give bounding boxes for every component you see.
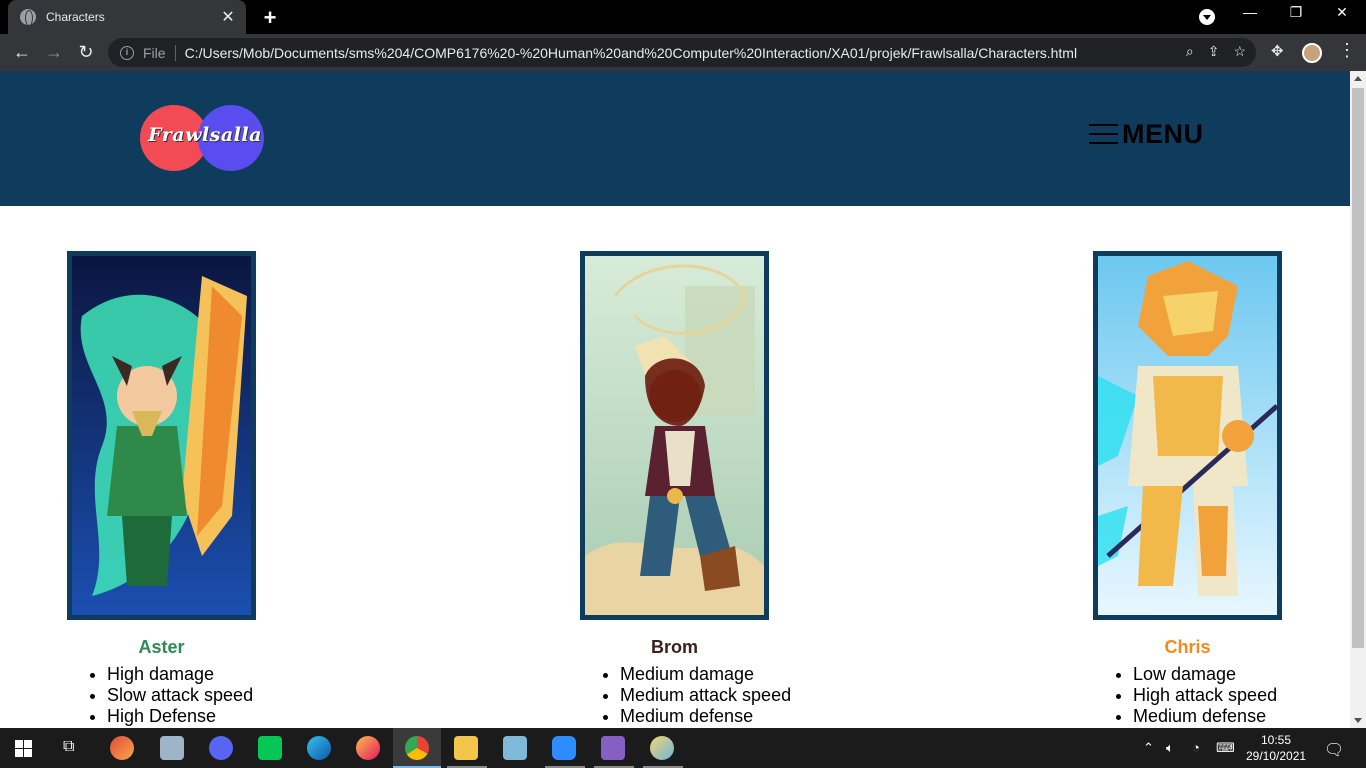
stat-attack-speed: Medium attack speed xyxy=(620,685,791,706)
maximize-button[interactable]: ❐ xyxy=(1273,4,1319,21)
site-header: Frawlsalla MENU xyxy=(0,71,1350,206)
clock-date: 29/10/2021 xyxy=(1246,749,1307,763)
aster-portrait-image xyxy=(72,256,251,615)
tab-title: Characters xyxy=(46,10,105,24)
close-window-button[interactable]: ✕ xyxy=(1319,4,1365,21)
windows-taskbar: ⧉ ⌃ 🔈︎ ◔ ⌨ 10:55 29/10/2021 🗨︎ xyxy=(0,728,1366,768)
chevron-up-icon[interactable]: ⌃ xyxy=(1143,740,1154,756)
character-name: Brom xyxy=(650,637,698,657)
task-view-icon[interactable]: ⧉ xyxy=(63,738,74,756)
app-gallery-icon[interactable] xyxy=(160,736,184,760)
character-name: Aster xyxy=(138,637,185,657)
clock-time: 10:55 xyxy=(1260,733,1292,747)
browser-toolbar: ← → ↻ i File C:/Users/Mob/Documents/sms%… xyxy=(0,34,1366,71)
file-explorer-icon[interactable] xyxy=(454,736,478,760)
page-viewport: Frawlsalla MENU Aster • High damage • Sl… xyxy=(0,71,1350,728)
new-tab-button[interactable]: + xyxy=(258,5,282,31)
character-portrait[interactable] xyxy=(1093,251,1282,620)
tab-search-icon[interactable] xyxy=(1199,9,1215,25)
taskbar-clock[interactable]: 10:55 29/10/2021 xyxy=(1246,732,1306,764)
visual-studio-icon[interactable] xyxy=(601,736,625,760)
reload-icon[interactable]: ↻ xyxy=(74,40,98,64)
stat-damage: Low damage xyxy=(1133,664,1277,685)
browser-tab[interactable]: Characters ✕ xyxy=(8,0,246,34)
edge-icon[interactable] xyxy=(307,736,331,760)
stat-defense: Medium defense xyxy=(1133,706,1277,727)
stat-attack-speed: Slow attack speed xyxy=(107,685,253,706)
info-icon[interactable]: i xyxy=(120,45,134,60)
character-stats: Low damage High attack speed Medium defe… xyxy=(1093,664,1277,727)
url-text[interactable]: C:/Users/Mob/Documents/sms%204/COMP6176%… xyxy=(185,45,1078,61)
notification-icon[interactable]: 🗨︎ xyxy=(1324,740,1344,760)
stat-attack-speed: High attack speed xyxy=(1133,685,1277,706)
scrollbar-thumb[interactable] xyxy=(1352,88,1364,648)
back-icon[interactable]: ← xyxy=(10,40,34,64)
wifi-icon[interactable]: ◔ xyxy=(1192,740,1200,755)
character-portrait[interactable] xyxy=(67,251,256,620)
site-logo[interactable]: Frawlsalla xyxy=(140,104,270,172)
forward-icon[interactable]: → xyxy=(42,40,66,64)
extensions-icon[interactable]: ✥ xyxy=(1271,42,1284,60)
scroll-down-icon[interactable] xyxy=(1354,718,1362,723)
stat-damage: Medium damage xyxy=(620,664,791,685)
menu-button[interactable]: MENU xyxy=(1089,119,1204,150)
zoom-icon[interactable] xyxy=(552,736,576,760)
star-icon[interactable]: ☆ xyxy=(1233,43,1246,60)
paint-icon[interactable] xyxy=(650,736,674,760)
stat-defense: High Defense xyxy=(107,706,253,727)
brom-portrait-image xyxy=(585,256,764,615)
line-icon[interactable] xyxy=(258,736,282,760)
volume-icon[interactable]: 🔈︎ xyxy=(1166,740,1174,756)
address-scheme-label: File xyxy=(143,44,176,61)
kebab-menu-icon[interactable]: ⋮ xyxy=(1338,40,1356,61)
stat-damage: High damage xyxy=(107,664,253,685)
app-blue-icon[interactable] xyxy=(503,736,527,760)
menu-label: MENU xyxy=(1122,119,1204,149)
address-bar[interactable]: i File C:/Users/Mob/Documents/sms%204/CO… xyxy=(108,38,1256,67)
start-icon[interactable] xyxy=(15,740,32,757)
zoom-icon[interactable]: ⌕ xyxy=(1186,43,1194,60)
tab-close-icon[interactable]: ✕ xyxy=(220,7,236,27)
character-stats: Medium damage Medium attack speed Medium… xyxy=(580,664,791,727)
profile-avatar[interactable] xyxy=(1302,43,1322,63)
globe-icon xyxy=(20,9,36,26)
share-icon[interactable]: ⇪ xyxy=(1208,43,1220,60)
character-name: Chris xyxy=(1164,637,1211,657)
discord-icon[interactable] xyxy=(209,736,233,760)
keyboard-icon[interactable]: ⌨ xyxy=(1216,740,1235,756)
chrome-icon[interactable] xyxy=(405,736,429,760)
minimize-button[interactable]: — xyxy=(1227,4,1273,20)
character-portrait[interactable] xyxy=(580,251,769,620)
stat-defense: Medium defense xyxy=(620,706,791,727)
logo-text: Frawlsalla xyxy=(148,124,262,146)
page-scrollbar[interactable] xyxy=(1350,71,1366,728)
firefox-icon[interactable] xyxy=(356,736,380,760)
character-stats: High damage Slow attack speed High Defen… xyxy=(67,664,253,727)
chris-portrait-image xyxy=(1098,256,1277,615)
browser-tab-strip: Characters ✕ + — ❐ ✕ xyxy=(0,0,1366,34)
app-red-icon[interactable] xyxy=(110,736,134,760)
hamburger-icon xyxy=(1089,122,1118,147)
scroll-up-icon[interactable] xyxy=(1354,76,1362,81)
